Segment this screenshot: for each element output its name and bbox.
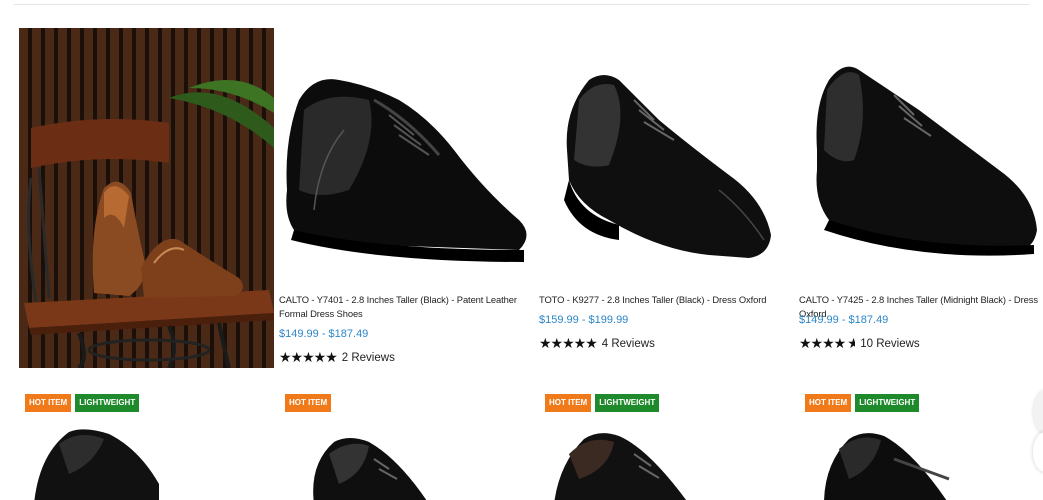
product-image[interactable] [799,40,1043,280]
badge-group: HOT ITEM [285,394,332,412]
review-count[interactable]: 10 Reviews [860,338,919,350]
product-card[interactable]: HOT ITEM LIGHTWEIGHT [799,394,1043,500]
product-title[interactable]: TOTO - K9277 - 2.8 Inches Taller (Black)… [539,293,793,307]
product-card[interactable]: TOTO - K9277 - 2.8 Inches Taller (Black)… [539,40,793,370]
badge-group: HOT ITEM LIGHTWEIGHT [805,394,920,412]
product-image[interactable] [539,40,793,280]
product-card[interactable]: HOT ITEM [279,394,533,500]
hot-item-badge: HOT ITEM [805,394,852,412]
rating-stars-icon: ★★★★★ [539,336,598,352]
hot-item-badge: HOT ITEM [285,394,332,412]
product-rating[interactable]: ★★★★★ 2 Reviews [279,350,395,366]
product-card[interactable]: CALTO - Y7401 - 2.8 Inches Taller (Black… [279,40,533,370]
hot-item-badge: HOT ITEM [25,394,72,412]
review-count[interactable]: 4 Reviews [602,338,655,350]
product-image[interactable] [279,40,533,280]
product-image[interactable] [539,424,793,500]
lightweight-badge: LIGHTWEIGHT [855,394,920,412]
hero-shoes-illustration [24,80,274,368]
product-price: $149.99 - $187.49 [799,314,889,326]
product-card[interactable]: HOT ITEM LIGHTWEIGHT [539,394,793,500]
lightweight-badge: LIGHTWEIGHT [75,394,140,412]
badge-group: HOT ITEM LIGHTWEIGHT [545,394,660,412]
product-card[interactable]: CALTO - Y7425 - 2.8 Inches Taller (Midni… [799,40,1043,370]
product-card[interactable]: HOT ITEM LIGHTWEIGHT [19,394,273,500]
rating-stars-icon: ★★★★★ [279,350,338,366]
review-count[interactable]: 2 Reviews [342,352,395,364]
product-price: $159.99 - $199.99 [539,314,629,326]
product-price: $149.99 - $187.49 [279,328,369,340]
half-star-icon: ★ [847,336,856,352]
product-rating[interactable]: ★★★★ ★ 10 Reviews [799,336,920,352]
hot-item-badge: HOT ITEM [545,394,592,412]
rating-stars-icon: ★★★★ [799,336,846,352]
product-image[interactable] [279,424,533,500]
product-title[interactable]: CALTO - Y7401 - 2.8 Inches Taller (Black… [279,293,533,321]
lightweight-badge: LIGHTWEIGHT [595,394,660,412]
badge-group: HOT ITEM LIGHTWEIGHT [25,394,140,412]
hero-promo-image[interactable] [19,28,274,368]
product-image[interactable] [19,424,273,500]
product-rating[interactable]: ★★★★★ 4 Reviews [539,336,655,352]
product-image[interactable] [799,424,1043,500]
top-divider [14,4,1029,5]
